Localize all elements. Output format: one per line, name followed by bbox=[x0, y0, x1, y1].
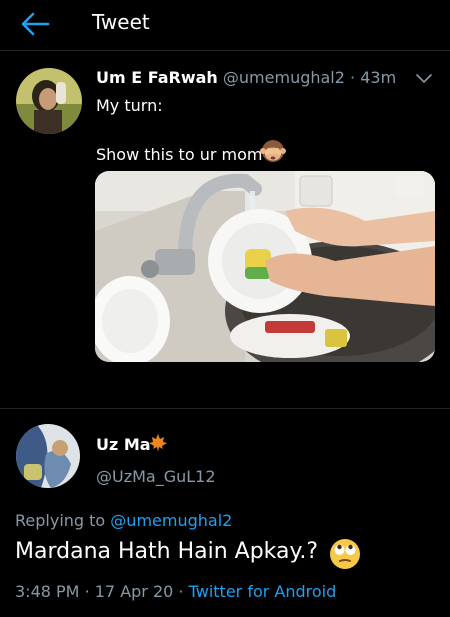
author-name[interactable]: Um E FaRwah bbox=[96, 68, 218, 87]
reply-time: 3:48 PM bbox=[15, 582, 80, 601]
replying-to: Replying to @umemughal2 bbox=[15, 511, 232, 530]
page-title: Tweet bbox=[92, 10, 150, 34]
replying-to-handle[interactable]: @umemughal2 bbox=[110, 511, 232, 530]
tweet-divider bbox=[0, 408, 450, 409]
tweet-text-line2: Show this to ur mom bbox=[96, 145, 263, 164]
face-with-rolling-eyes-icon bbox=[330, 539, 360, 569]
meta-separator: · bbox=[178, 582, 184, 601]
maple-leaf-icon bbox=[149, 434, 167, 452]
time-separator: · bbox=[350, 68, 356, 87]
reply-author-handle[interactable]: @UzMa_GuL12 bbox=[96, 467, 216, 486]
top-bar: Tweet bbox=[0, 0, 450, 50]
tweet-text-line1: My turn: bbox=[96, 96, 163, 115]
see-no-evil-monkey-icon bbox=[260, 140, 286, 162]
author-handle[interactable]: @umemughal2 bbox=[223, 68, 345, 87]
tweet-photo[interactable] bbox=[95, 171, 435, 362]
reply-date: 17 Apr 20 bbox=[94, 582, 174, 601]
replying-to-label: Replying to bbox=[15, 511, 106, 530]
reply-source-link[interactable]: Twitter for Android bbox=[189, 582, 337, 601]
avatar[interactable] bbox=[16, 424, 80, 488]
chevron-down-icon[interactable] bbox=[414, 72, 434, 86]
avatar[interactable] bbox=[16, 68, 82, 134]
tweet-time: 43m bbox=[360, 68, 397, 87]
tweet-author[interactable]: Um E FaRwah @umemughal2 · 43m bbox=[96, 68, 396, 87]
reply-author-name[interactable]: Uz Ma bbox=[96, 435, 151, 454]
back-arrow-icon[interactable] bbox=[18, 9, 52, 39]
meta-separator: · bbox=[84, 582, 90, 601]
reply-text: Mardana Hath Hain Apkay.? bbox=[15, 539, 319, 564]
reply-metadata: 3:48 PM · 17 Apr 20 · Twitter for Androi… bbox=[15, 582, 336, 601]
header-divider bbox=[0, 50, 450, 51]
